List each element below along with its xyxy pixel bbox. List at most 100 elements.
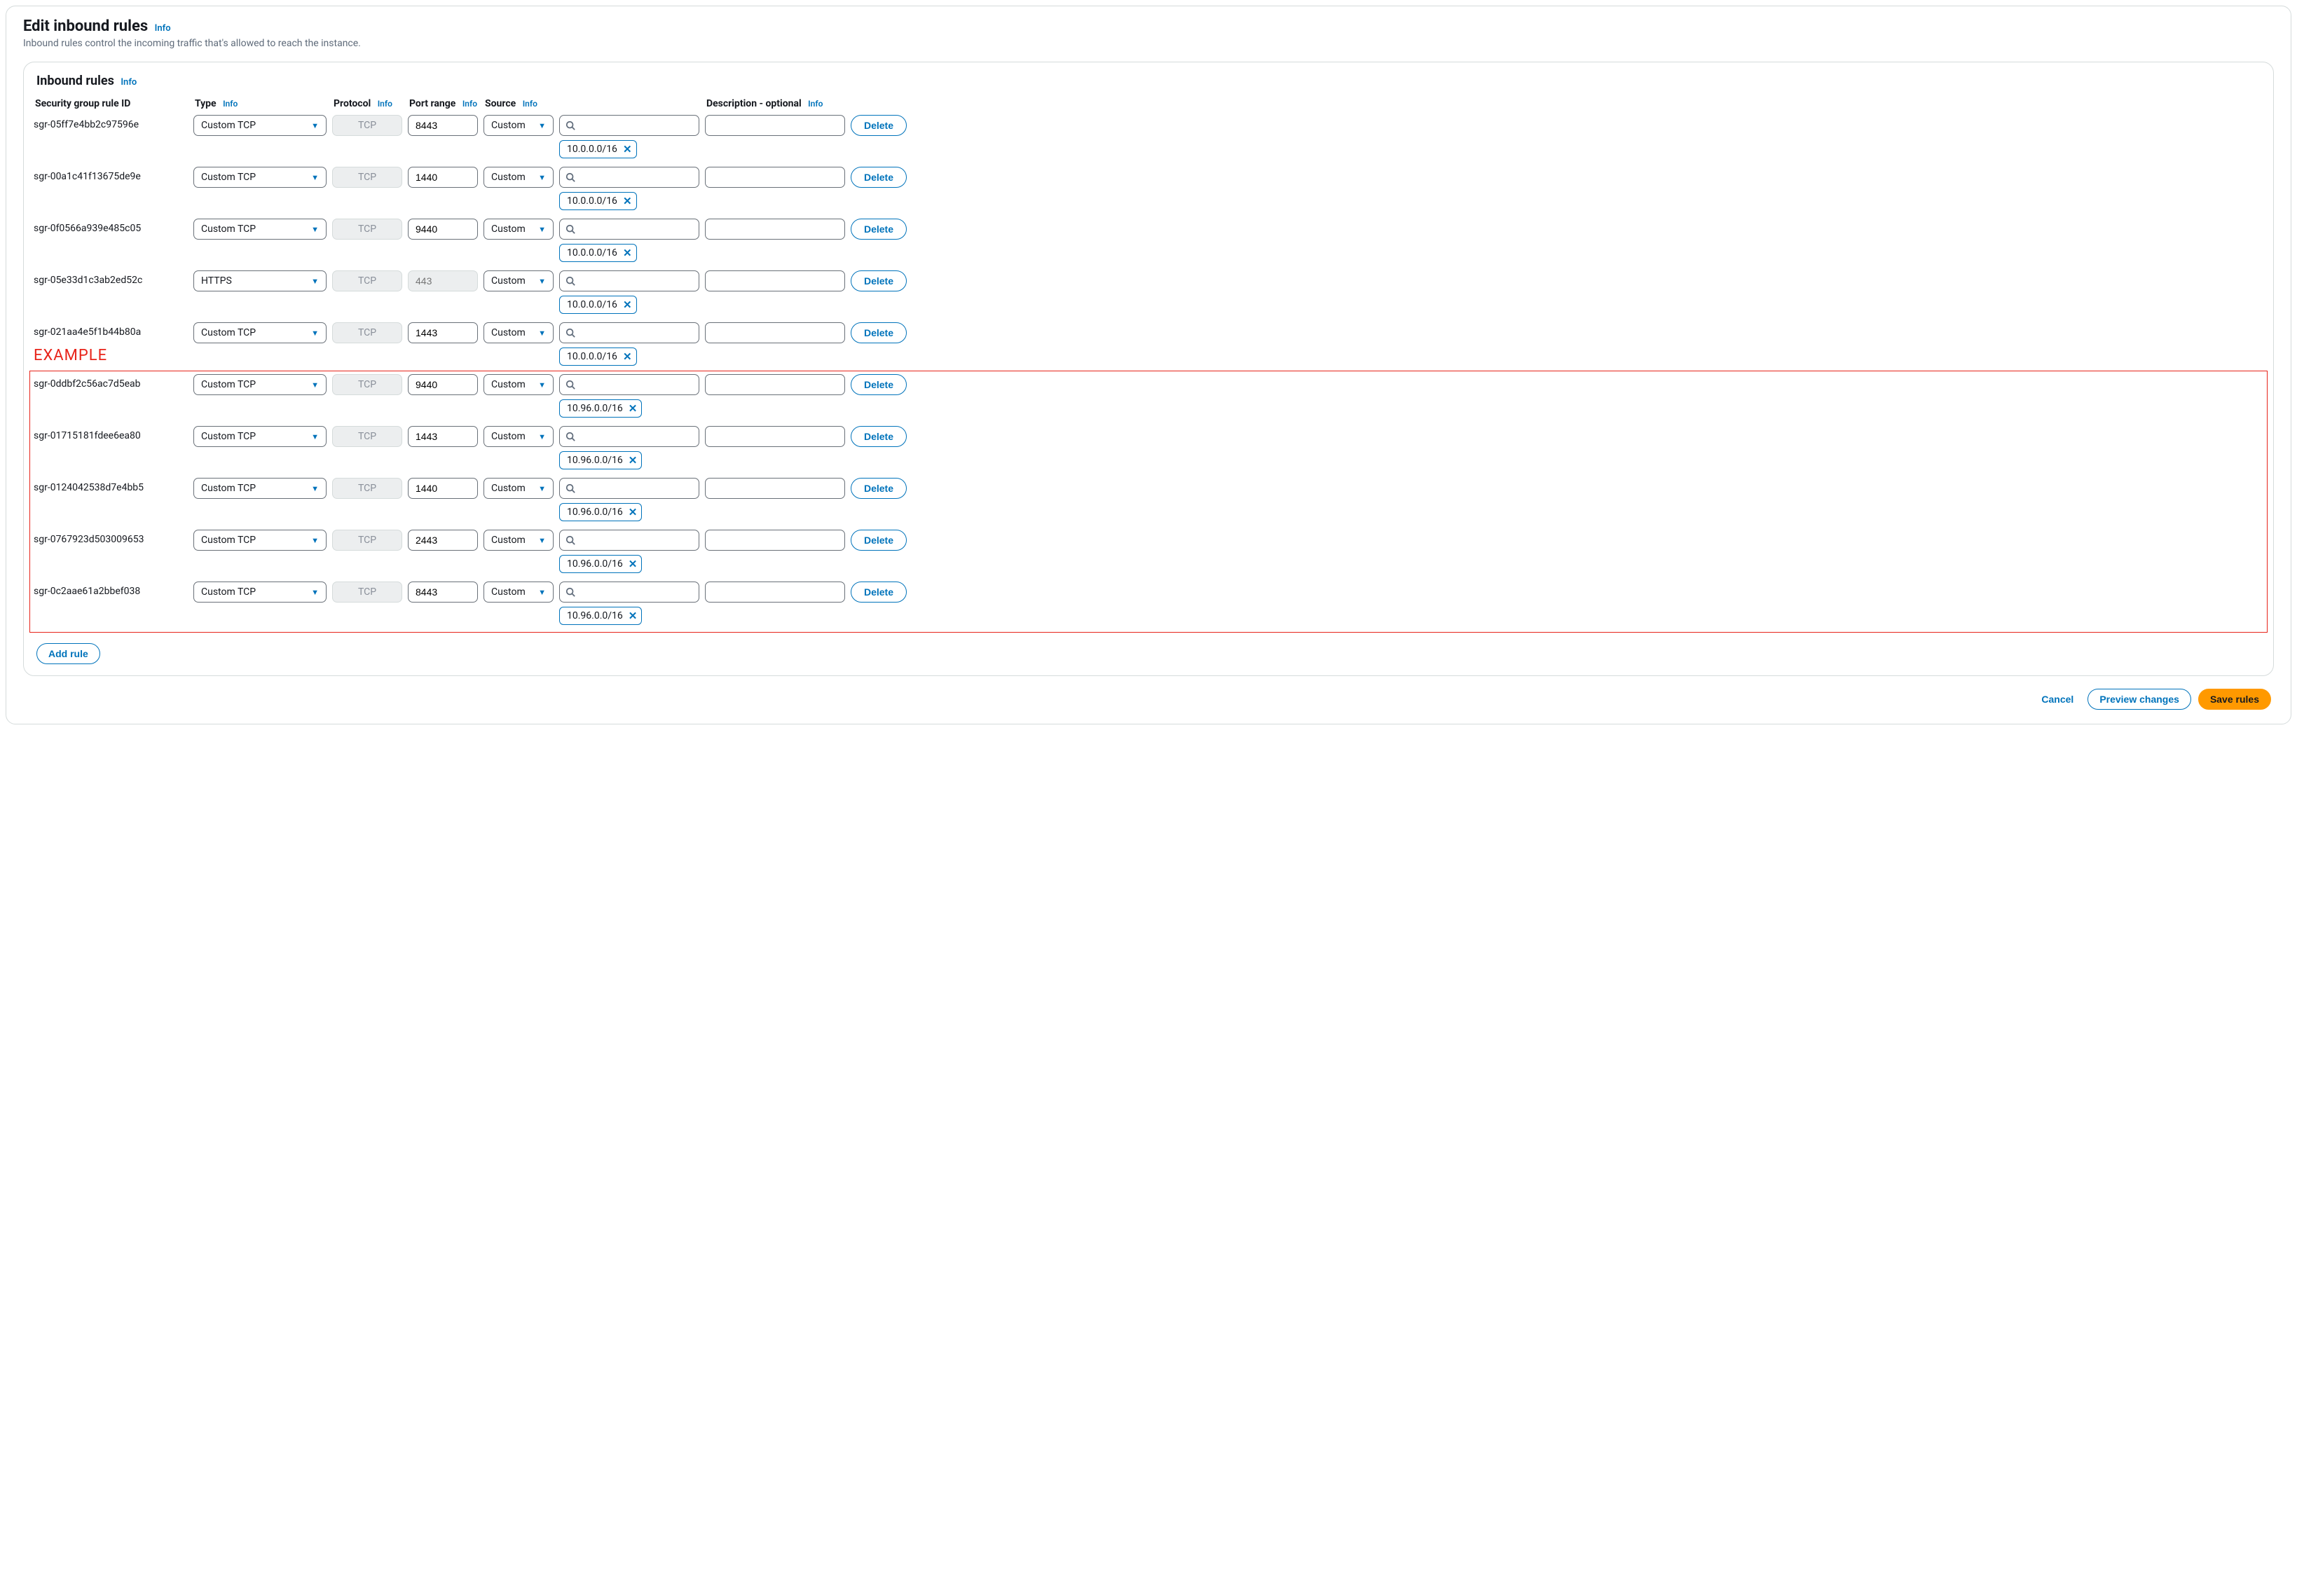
type-value: Custom TCP <box>201 327 256 338</box>
chip-remove-icon[interactable]: ✕ <box>629 506 638 518</box>
chip-remove-icon[interactable]: ✕ <box>623 143 632 156</box>
delete-button[interactable]: Delete <box>851 530 907 551</box>
chip-remove-icon[interactable]: ✕ <box>623 298 632 311</box>
delete-button[interactable]: Delete <box>851 322 907 343</box>
type-select[interactable]: HTTPS▼ <box>193 270 327 291</box>
source-search-input[interactable] <box>559 582 699 603</box>
source-search-input[interactable] <box>559 322 699 343</box>
source-select[interactable]: Custom▼ <box>484 426 554 447</box>
col-header-protocol: Protocol Info <box>332 95 402 115</box>
source-select[interactable]: Custom▼ <box>484 167 554 188</box>
chip-remove-icon[interactable]: ✕ <box>629 558 638 570</box>
chip-remove-icon[interactable]: ✕ <box>629 454 638 467</box>
source-info-link[interactable]: Info <box>523 99 537 109</box>
search-icon <box>565 432 575 441</box>
port-input[interactable] <box>408 582 478 603</box>
description-info-link[interactable]: Info <box>808 99 823 109</box>
chip-label: 10.96.0.0/16 <box>567 558 623 570</box>
save-rules-button[interactable]: Save rules <box>2198 689 2271 710</box>
port-input[interactable] <box>408 167 478 188</box>
description-input[interactable] <box>705 219 845 240</box>
port-input[interactable] <box>408 219 478 240</box>
source-select[interactable]: Custom▼ <box>484 530 554 551</box>
source-chip-row: 10.96.0.0/16 ✕ <box>559 555 699 573</box>
delete-button[interactable]: Delete <box>851 374 907 395</box>
delete-button[interactable]: Delete <box>851 167 907 188</box>
delete-button[interactable]: Delete <box>851 115 907 136</box>
page-title: Edit inbound rules <box>23 18 148 35</box>
type-select[interactable]: Custom TCP▼ <box>193 167 327 188</box>
port-input[interactable] <box>408 426 478 447</box>
description-input[interactable] <box>705 426 845 447</box>
type-info-link[interactable]: Info <box>223 99 238 109</box>
port-input[interactable] <box>408 322 478 343</box>
chip-remove-icon[interactable]: ✕ <box>623 195 632 207</box>
source-select[interactable]: Custom▼ <box>484 582 554 603</box>
col-header-source-search <box>559 95 699 104</box>
description-input[interactable] <box>705 270 845 291</box>
type-select[interactable]: Custom TCP▼ <box>193 478 327 499</box>
source-search-input[interactable] <box>559 530 699 551</box>
delete-button[interactable]: Delete <box>851 426 907 447</box>
chip-remove-icon[interactable]: ✕ <box>623 350 632 363</box>
source-chip-row: 10.0.0.0/16✕ <box>559 348 699 366</box>
source-search-input[interactable] <box>559 478 699 499</box>
port-input[interactable] <box>408 530 478 551</box>
type-select[interactable]: Custom TCP▼ <box>193 115 327 136</box>
description-input[interactable] <box>705 374 845 395</box>
description-input[interactable] <box>705 582 845 603</box>
protocol-info-link[interactable]: Info <box>378 99 392 109</box>
source-select[interactable]: Custom▼ <box>484 478 554 499</box>
description-input[interactable] <box>705 115 845 136</box>
delete-button[interactable]: Delete <box>851 270 907 291</box>
type-select[interactable]: Custom TCP▼ <box>193 322 327 343</box>
description-input[interactable] <box>705 322 845 343</box>
port-input[interactable] <box>408 115 478 136</box>
protocol-field: TCP <box>332 219 402 240</box>
source-search-input[interactable] <box>559 270 699 291</box>
type-select[interactable]: Custom TCP▼ <box>193 582 327 603</box>
chevron-down-icon: ▼ <box>311 380 319 390</box>
rule-id: sgr-021aa4e5f1b44b80a <box>34 322 188 338</box>
source-search-input[interactable] <box>559 426 699 447</box>
chip-remove-icon[interactable]: ✕ <box>629 610 638 622</box>
chip-remove-icon[interactable]: ✕ <box>623 247 632 259</box>
chevron-down-icon: ▼ <box>538 121 546 130</box>
preview-changes-button[interactable]: Preview changes <box>2087 689 2191 710</box>
description-input[interactable] <box>705 478 845 499</box>
type-select[interactable]: Custom TCP▼ <box>193 530 327 551</box>
source-chip-row: 10.0.0.0/16✕ <box>559 244 699 262</box>
source-select[interactable]: Custom▼ <box>484 115 554 136</box>
delete-button[interactable]: Delete <box>851 219 907 240</box>
type-value: Custom TCP <box>201 379 256 390</box>
chip-remove-icon[interactable]: ✕ <box>629 402 638 415</box>
source-select[interactable]: Custom▼ <box>484 374 554 395</box>
source-value: Custom <box>491 223 526 235</box>
source-search-input[interactable] <box>559 115 699 136</box>
source-search-input[interactable] <box>559 219 699 240</box>
delete-button[interactable]: Delete <box>851 478 907 499</box>
port-input[interactable] <box>408 374 478 395</box>
port-info-link[interactable]: Info <box>462 99 477 109</box>
source-select[interactable]: Custom▼ <box>484 219 554 240</box>
description-input[interactable] <box>705 530 845 551</box>
port-input[interactable] <box>408 478 478 499</box>
search-icon <box>565 380 575 390</box>
rule-id: sgr-05ff7e4bb2c97596e <box>34 115 188 130</box>
panel-info-link[interactable]: Info <box>121 77 137 88</box>
description-input[interactable] <box>705 167 845 188</box>
type-select[interactable]: Custom TCP▼ <box>193 426 327 447</box>
page-info-link[interactable]: Info <box>155 23 171 34</box>
type-select[interactable]: Custom TCP▼ <box>193 219 327 240</box>
type-select[interactable]: Custom TCP ▼ <box>193 374 327 395</box>
source-select[interactable]: Custom▼ <box>484 270 554 291</box>
add-rule-button[interactable]: Add rule <box>36 643 100 664</box>
cancel-button[interactable]: Cancel <box>2034 689 2080 710</box>
source-search-input[interactable] <box>559 167 699 188</box>
source-search-input[interactable] <box>559 374 699 395</box>
source-select[interactable]: Custom▼ <box>484 322 554 343</box>
source-value: Custom <box>491 483 526 494</box>
delete-button[interactable]: Delete <box>851 582 907 603</box>
page-container: Edit inbound rules Info Inbound rules co… <box>6 6 2291 724</box>
search-icon <box>565 121 575 130</box>
